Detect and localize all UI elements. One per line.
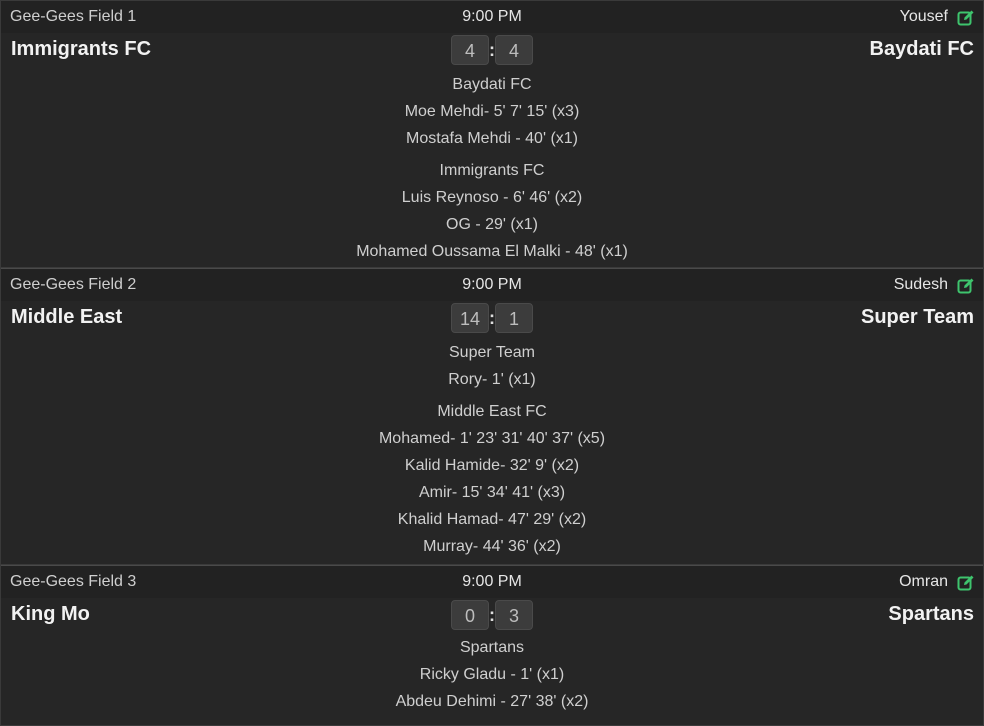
scorer-entry: Mohamed- 1' 23' 31' 40' 37' (x5) [378,430,606,447]
scorer-team-label: Baydati FC [452,76,532,93]
scoreboard: 4:4 [1,35,983,65]
match-card: Gee-Gees Field 1 9:00 PM Yousef Immigran… [1,0,983,268]
match-card: Gee-Gees Field 3 9:00 PM Omran King Mo S… [1,565,983,726]
scorer-entry: Luis Reynoso - 6' 46' (x2) [401,189,583,206]
scorers-list: Super Team Rory- 1' (x1) Middle East FC … [1,339,983,565]
scorer-entry: Amir- 15' 34' 41' (x3) [418,484,566,501]
scorer-team-label: Super Team [449,344,535,361]
match-header: Gee-Gees Field 1 9:00 PM Yousef [1,1,983,33]
scorer-group: Spartans Ricky Gladu - 1' (x1) Abdeu Deh… [1,634,983,715]
edit-icon[interactable] [957,277,975,295]
scoreboard: 0:3 [1,600,983,630]
scorer-team-label: Immigrants FC [439,162,545,179]
scorer-entry: Mohamed Oussama El Malki - 48' (x1) [356,243,628,260]
scorer-entry: Rory- 1' (x1) [448,371,536,388]
referee-name: Yousef [899,8,948,25]
edit-icon[interactable] [957,9,975,27]
scorer-entry: Kalid Hamide- 32' 9' (x2) [404,457,580,474]
scorer-entry: OG - 29' (x1) [446,216,538,233]
scorers-list: Spartans Ricky Gladu - 1' (x1) Abdeu Deh… [1,634,983,720]
scorer-group: Immigrants FC Luis Reynoso - 6' 46' (x2)… [1,157,983,265]
scorers-list: Baydati FC Moe Mehdi- 5' 7' 15' (x3) Mos… [1,71,983,270]
scorer-group: Baydati FC Moe Mehdi- 5' 7' 15' (x3) Mos… [1,71,983,152]
match-header: Gee-Gees Field 3 9:00 PM Omran [1,566,983,598]
home-score: 14 [451,303,489,333]
home-score: 4 [451,35,489,65]
match-time: 9:00 PM [462,276,522,293]
away-score: 4 [495,35,533,65]
scoreboard: 14:1 [1,303,983,333]
scorer-entry: Murray- 44' 36' (x2) [423,538,561,555]
scorer-entry: Abdeu Dehimi - 27' 38' (x2) [395,693,589,710]
match-time: 9:00 PM [462,8,522,25]
referee-name: Omran [899,573,948,590]
away-score: 1 [495,303,533,333]
referee-name: Sudesh [893,276,948,293]
match-list: Gee-Gees Field 1 9:00 PM Yousef Immigran… [0,0,984,726]
scorer-entry: Moe Mehdi- 5' 7' 15' (x3) [404,103,580,120]
match-header: Gee-Gees Field 2 9:00 PM Sudesh [1,269,983,301]
match-card: Gee-Gees Field 2 9:00 PM Sudesh Middle E… [1,268,983,565]
scorer-entry: Ricky Gladu - 1' (x1) [419,666,565,683]
scorer-team-label: Middle East FC [437,403,547,420]
scorer-entry: Khalid Hamad- 47' 29' (x2) [397,511,587,528]
away-score: 3 [495,600,533,630]
edit-icon[interactable] [957,574,975,592]
home-score: 0 [451,600,489,630]
match-time: 9:00 PM [462,573,522,590]
scorer-team-label: Spartans [459,639,525,656]
scorer-entry: Mostafa Mehdi - 40' (x1) [405,130,578,147]
scorer-group: Super Team Rory- 1' (x1) [1,339,983,393]
scorer-group: Middle East FC Mohamed- 1' 23' 31' 40' 3… [1,398,983,560]
